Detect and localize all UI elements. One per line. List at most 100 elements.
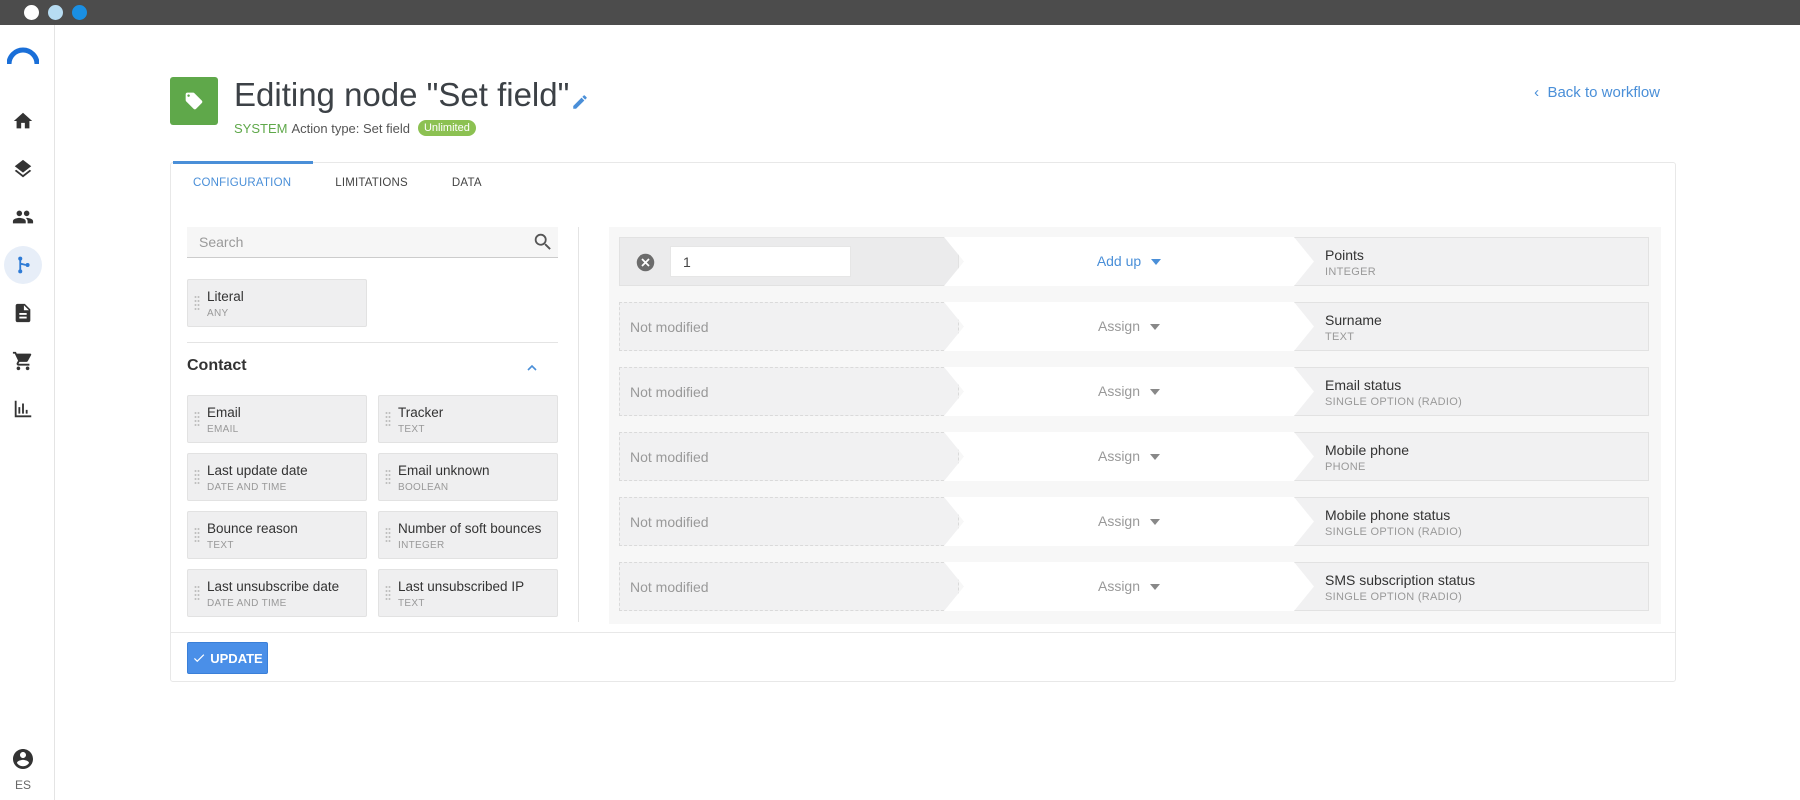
action-type-label: Action type: Set field bbox=[291, 120, 410, 136]
drag-handle-icon[interactable] bbox=[194, 585, 200, 603]
nav-documents[interactable] bbox=[4, 294, 42, 332]
target-field-name: Mobile phone bbox=[1325, 442, 1410, 458]
field-type: DATE AND TIME bbox=[207, 598, 287, 609]
logo-icon[interactable] bbox=[7, 45, 39, 65]
field-name: Bounce reason bbox=[207, 521, 298, 536]
mapping-target: Mobile phone PHONE bbox=[1294, 432, 1649, 481]
operation-select[interactable]: Add up bbox=[944, 237, 1314, 286]
drag-handle-icon[interactable] bbox=[194, 469, 200, 487]
field-card-bounce-reason[interactable]: Bounce reason TEXT bbox=[187, 511, 367, 559]
operation-label: Assign bbox=[1097, 318, 1141, 334]
nav-workflows[interactable] bbox=[4, 246, 42, 284]
window-maximize-button[interactable] bbox=[72, 5, 87, 20]
mapping-source-dropzone[interactable]: Not modified bbox=[619, 497, 959, 546]
target-field-type: SINGLE OPTION (RADIO) bbox=[1325, 396, 1463, 408]
drag-handle-icon[interactable] bbox=[194, 527, 200, 545]
drag-handle-icon[interactable] bbox=[194, 295, 200, 313]
operation-select[interactable]: Assign bbox=[944, 562, 1314, 611]
remove-icon[interactable] bbox=[635, 252, 656, 273]
field-card-last-update-date[interactable]: Last update date DATE AND TIME bbox=[187, 453, 367, 501]
page-title: Editing node "Set field" bbox=[234, 76, 570, 113]
drag-handle-icon[interactable] bbox=[385, 411, 391, 429]
mapping-row: Not modified Assign Surname TEXT bbox=[619, 302, 1649, 351]
system-label: SYSTEM bbox=[234, 120, 288, 136]
bar-chart-icon bbox=[14, 400, 32, 418]
mapping-target: Points INTEGER bbox=[1294, 237, 1649, 286]
field-card-last-unsubscribed-ip[interactable]: Last unsubscribed IP TEXT bbox=[378, 569, 558, 617]
source-placeholder: Not modified bbox=[630, 514, 709, 530]
mapping-row: Not modified Assign Mobile phone PHONE bbox=[619, 432, 1649, 481]
operation-select[interactable]: Assign bbox=[944, 497, 1314, 546]
back-to-workflow-link[interactable]: ‹ Back to workflow bbox=[1534, 84, 1660, 101]
target-field-name: Points bbox=[1325, 247, 1364, 263]
drag-handle-icon[interactable] bbox=[385, 527, 391, 545]
target-field-type: SINGLE OPTION (RADIO) bbox=[1325, 526, 1463, 538]
target-field-type: SINGLE OPTION (RADIO) bbox=[1325, 591, 1463, 603]
literal-value-input[interactable] bbox=[670, 246, 851, 277]
tab-data[interactable]: DATA bbox=[430, 163, 504, 205]
operation-select[interactable]: Assign bbox=[944, 302, 1314, 351]
account-icon bbox=[13, 749, 33, 769]
search-box bbox=[187, 227, 558, 258]
section-title-contact: Contact bbox=[187, 357, 247, 374]
mapping-row: Add up Points INTEGER bbox=[619, 237, 1649, 286]
field-type: ANY bbox=[207, 308, 229, 319]
window-close-button[interactable] bbox=[24, 5, 39, 20]
drag-handle-icon[interactable] bbox=[385, 469, 391, 487]
caret-down-icon bbox=[1150, 584, 1161, 591]
drag-handle-icon[interactable] bbox=[194, 411, 200, 429]
nav-contacts[interactable] bbox=[4, 198, 42, 236]
node-subtitle: SYSTEM Action type: Set field Unlimited bbox=[234, 120, 476, 136]
nav-shop[interactable] bbox=[4, 342, 42, 380]
field-name: Last unsubscribed IP bbox=[398, 579, 525, 594]
caret-down-icon bbox=[1151, 259, 1162, 266]
workflow-icon bbox=[18, 256, 30, 274]
panel-divider bbox=[578, 227, 579, 622]
search-input[interactable] bbox=[187, 227, 517, 257]
drag-handle-icon[interactable] bbox=[385, 585, 391, 603]
status-badge: Unlimited bbox=[417, 120, 476, 136]
mapping-source-dropzone[interactable]: Not modified bbox=[619, 302, 959, 351]
update-button[interactable]: UPDATE bbox=[187, 642, 268, 674]
field-name: Tracker bbox=[398, 405, 444, 420]
operation-select[interactable]: Assign bbox=[944, 367, 1314, 416]
user-menu[interactable]: ES bbox=[8, 747, 38, 792]
pencil-icon[interactable] bbox=[571, 93, 589, 111]
field-name: Email unknown bbox=[398, 463, 490, 478]
operation-label: Assign bbox=[1097, 383, 1141, 399]
target-field-type: INTEGER bbox=[1325, 266, 1376, 278]
chevron-up-icon[interactable] bbox=[525, 361, 539, 375]
check-icon bbox=[194, 654, 205, 663]
operation-label: Assign bbox=[1097, 448, 1141, 464]
field-card-email[interactable]: Email EMAIL bbox=[187, 395, 367, 443]
operation-label: Assign bbox=[1097, 513, 1141, 529]
tab-bar: CONFIGURATION LIMITATIONS DATA bbox=[171, 161, 504, 205]
window-minimize-button[interactable] bbox=[48, 5, 63, 20]
operation-select[interactable]: Assign bbox=[944, 432, 1314, 481]
field-card-number-of-soft-bounces[interactable]: Number of soft bounces INTEGER bbox=[378, 511, 558, 559]
target-field-type: PHONE bbox=[1325, 461, 1366, 473]
field-card-tracker[interactable]: Tracker TEXT bbox=[378, 395, 558, 443]
node-type-badge bbox=[170, 77, 218, 125]
tag-icon bbox=[185, 92, 203, 110]
search-icon[interactable] bbox=[532, 231, 554, 253]
caret-down-icon bbox=[1150, 389, 1161, 396]
field-card-literal[interactable]: Literal ANY bbox=[187, 279, 367, 327]
field-name: Literal bbox=[207, 289, 244, 304]
layers-icon bbox=[14, 159, 32, 178]
mapping-source-dropzone[interactable]: Not modified bbox=[619, 367, 959, 416]
nav-home[interactable] bbox=[4, 102, 42, 140]
tab-configuration[interactable]: CONFIGURATION bbox=[171, 161, 314, 205]
mapping-source-dropzone[interactable]: Not modified bbox=[619, 562, 959, 611]
field-type: TEXT bbox=[207, 540, 234, 551]
mapping-source-dropzone[interactable]: Not modified bbox=[619, 432, 959, 481]
nav-layers[interactable] bbox=[4, 150, 42, 188]
mapping-source-dropzone[interactable] bbox=[619, 237, 959, 286]
tab-limitations[interactable]: LIMITATIONS bbox=[313, 163, 430, 205]
people-icon bbox=[12, 210, 34, 224]
field-card-email-unknown[interactable]: Email unknown BOOLEAN bbox=[378, 453, 558, 501]
target-field-name: Email status bbox=[1325, 377, 1402, 393]
field-card-last-unsubscribe-date[interactable]: Last unsubscribe date DATE AND TIME bbox=[187, 569, 367, 617]
chevron-left-icon: ‹ bbox=[1534, 84, 1548, 101]
nav-reports[interactable] bbox=[4, 390, 42, 428]
